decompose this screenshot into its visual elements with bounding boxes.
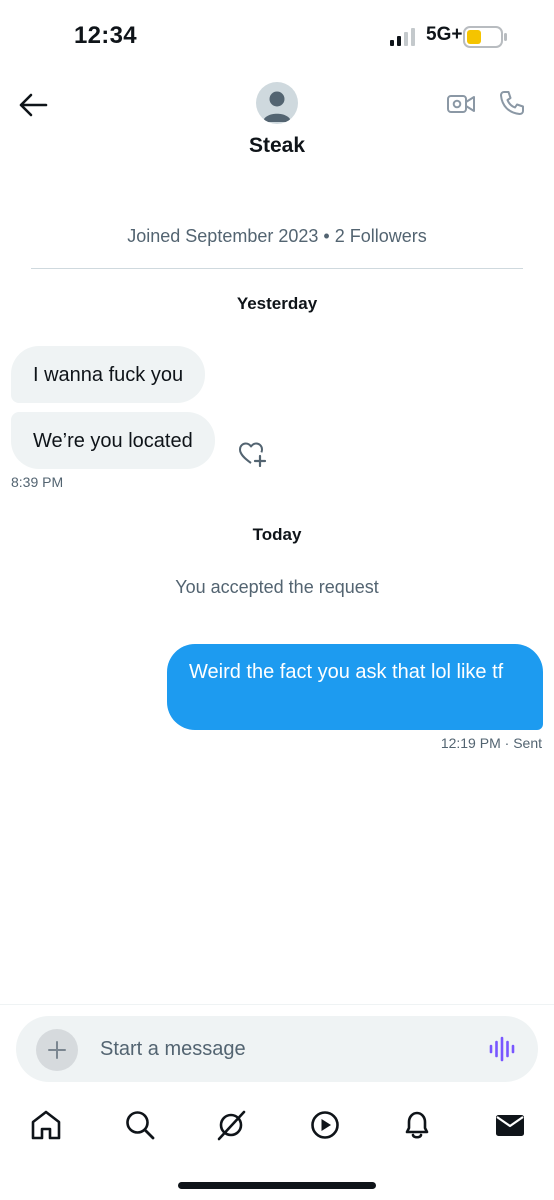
react-heart-add-icon[interactable] bbox=[238, 441, 268, 467]
plus-icon bbox=[48, 1041, 66, 1059]
contact-avatar[interactable] bbox=[256, 82, 298, 124]
message-status: 12:19 PM · Sent bbox=[441, 735, 542, 751]
message-text: I wanna fuck you bbox=[33, 363, 184, 386]
date-separator-today: Today bbox=[252, 525, 302, 544]
signal-strength-icon bbox=[390, 28, 415, 46]
incoming-message-bubble[interactable]: We’re you located bbox=[11, 412, 215, 469]
profile-meta: Joined September 2023 • 2 Followers bbox=[127, 226, 427, 246]
voice-message-icon[interactable] bbox=[488, 1036, 516, 1062]
messages-icon[interactable] bbox=[493, 1108, 527, 1142]
network-type: 5G+ bbox=[426, 24, 463, 45]
battery-icon bbox=[463, 26, 507, 48]
message-text: Weird the fact you ask that lol like tf bbox=[189, 661, 504, 683]
phone-icon[interactable] bbox=[498, 89, 526, 117]
incoming-message-bubble[interactable]: I wanna fuck you bbox=[11, 346, 206, 403]
date-separator-yesterday: Yesterday bbox=[236, 294, 318, 313]
contact-name[interactable]: Steak bbox=[0, 134, 554, 158]
video-camera-icon[interactable] bbox=[446, 92, 476, 116]
message-timestamp: 8:39 PM bbox=[11, 474, 64, 490]
status-time: 12:34 bbox=[74, 22, 137, 49]
sent-status: · Sent bbox=[504, 735, 542, 751]
outgoing-message-bubble[interactable]: Weird the fact you ask that lol like tf bbox=[167, 644, 543, 730]
search-icon[interactable] bbox=[123, 1108, 157, 1142]
message-text: We’re you located bbox=[33, 429, 193, 452]
system-message: You accepted the request bbox=[175, 577, 379, 597]
composer-divider bbox=[0, 1004, 554, 1005]
back-arrow-icon[interactable] bbox=[16, 90, 50, 120]
grok-icon[interactable] bbox=[214, 1108, 248, 1142]
default-avatar-icon bbox=[263, 91, 291, 122]
add-media-button[interactable] bbox=[36, 1029, 78, 1071]
message-input[interactable] bbox=[100, 1030, 460, 1068]
message-timestamp: 12:19 PM bbox=[440, 735, 501, 751]
home-indicator bbox=[178, 1182, 376, 1189]
home-icon[interactable] bbox=[29, 1108, 63, 1142]
notifications-icon[interactable] bbox=[400, 1108, 434, 1142]
video-play-icon[interactable] bbox=[308, 1108, 342, 1142]
header-divider bbox=[31, 268, 523, 269]
